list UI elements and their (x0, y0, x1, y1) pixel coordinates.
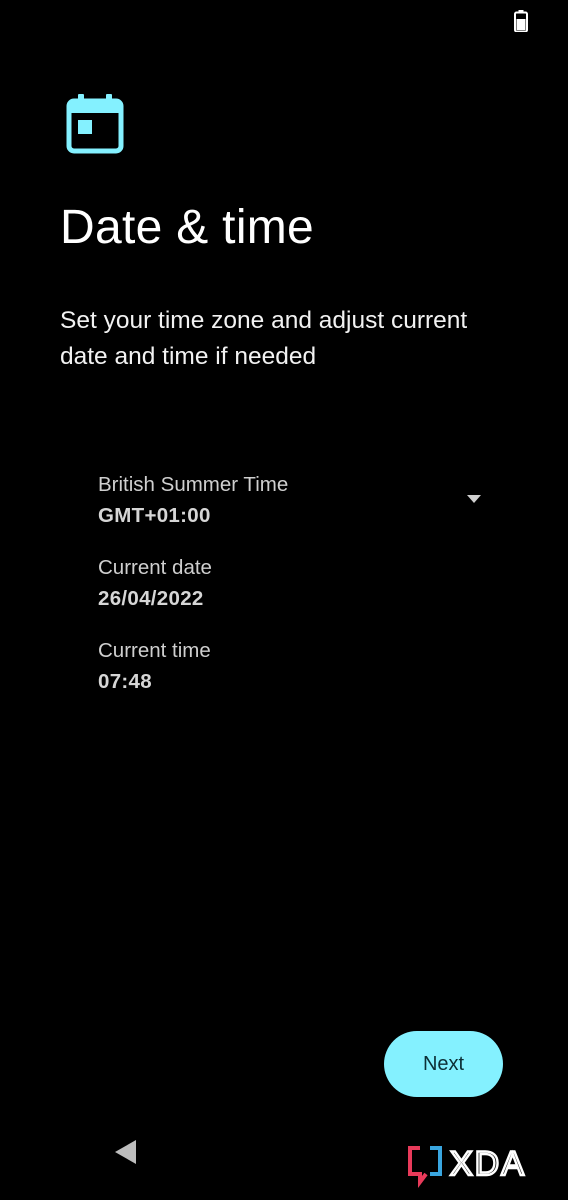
watermark-text: XDA (450, 1145, 526, 1183)
current-date-setting[interactable]: Current date 26/04/2022 (98, 555, 498, 612)
back-icon[interactable] (114, 1139, 138, 1165)
battery-icon (514, 10, 528, 32)
next-button[interactable]: Next (384, 1031, 503, 1097)
calendar-icon (66, 94, 124, 154)
xda-watermark: XDA (408, 1144, 526, 1188)
page-subtitle: Set your time zone and adjust current da… (60, 307, 468, 370)
current-time-setting[interactable]: Current time 07:48 (98, 638, 498, 695)
current-date-label: Current date (98, 556, 212, 579)
page-title: Date & time (60, 201, 315, 254)
status-bar (0, 0, 568, 44)
timezone-label: British Summer Time (98, 473, 289, 496)
current-date-value: 26/04/2022 (98, 587, 204, 610)
dropdown-arrow-icon[interactable] (466, 494, 482, 504)
current-time-label: Current time (98, 639, 211, 662)
timezone-selector[interactable]: British Summer Time GMT+01:00 (98, 472, 498, 534)
timezone-value: GMT+01:00 (98, 504, 211, 527)
current-time-value: 07:48 (98, 670, 152, 693)
